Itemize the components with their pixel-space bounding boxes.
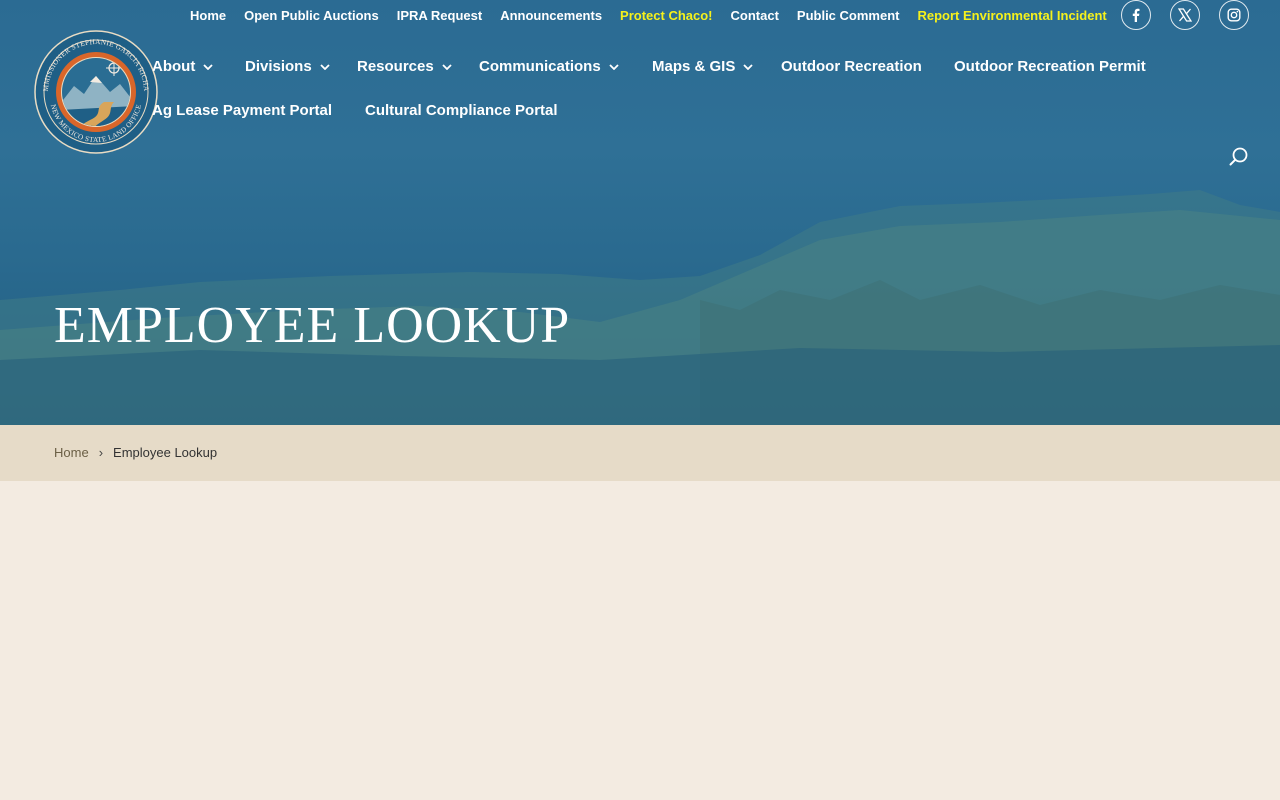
nav-maps-gis[interactable]: Maps & GIS: [652, 58, 753, 75]
search-icon: [1229, 147, 1248, 166]
instagram-icon: [1227, 8, 1241, 22]
hero-banner: Home Open Public Auctions IPRA Request A…: [0, 0, 1280, 425]
nav-resources[interactable]: Resources: [357, 58, 452, 75]
top-nav-protect-chaco[interactable]: Protect Chaco!: [620, 8, 712, 23]
x-link[interactable]: [1170, 0, 1200, 30]
breadcrumb-separator: ›: [98, 445, 104, 460]
nav-ag-lease-payment-portal[interactable]: Ag Lease Payment Portal: [152, 102, 332, 119]
nav-outdoor-recreation-permit[interactable]: Outdoor Recreation Permit: [954, 58, 1146, 75]
top-nav-announcements[interactable]: Announcements: [500, 8, 602, 23]
chevron-down-icon: [203, 63, 213, 70]
top-nav-public-comment[interactable]: Public Comment: [797, 8, 900, 23]
nav-outdoor-recreation-permit-label: Outdoor Recreation Permit: [954, 58, 1146, 75]
instagram-link[interactable]: [1219, 0, 1249, 30]
nav-communications-label: Communications: [479, 58, 601, 75]
top-nav-contact[interactable]: Contact: [731, 8, 779, 23]
chevron-down-icon: [609, 63, 619, 70]
x-icon: [1178, 8, 1192, 22]
breadcrumb-current: Employee Lookup: [113, 445, 218, 460]
top-nav-open-public-auctions[interactable]: Open Public Auctions: [244, 8, 379, 23]
breadcrumb-home-link[interactable]: Home: [54, 445, 89, 460]
chevron-down-icon: [320, 63, 330, 70]
top-nav-home[interactable]: Home: [190, 8, 226, 23]
top-nav-ipra-request[interactable]: IPRA Request: [397, 8, 482, 23]
nav-divisions[interactable]: Divisions: [245, 58, 330, 75]
state-land-office-logo[interactable]: COMMISSIONER STEPHANIE GARCIA RICHARD NE…: [31, 24, 158, 154]
nav-about[interactable]: About: [152, 58, 213, 75]
nav-divisions-label: Divisions: [245, 58, 312, 75]
breadcrumb: Home › Employee Lookup: [54, 445, 217, 460]
nav-cultural-compliance-portal[interactable]: Cultural Compliance Portal: [365, 102, 558, 119]
main-content: [0, 481, 1280, 800]
nav-cultural-compliance-portal-label: Cultural Compliance Portal: [365, 102, 558, 119]
nav-outdoor-recreation-label: Outdoor Recreation: [781, 58, 922, 75]
page-title: EMPLOYEE LOOKUP: [54, 297, 571, 354]
state-land-office-seal: COMMISSIONER STEPHANIE GARCIA RICHARD NE…: [31, 24, 158, 154]
chevron-down-icon: [442, 63, 452, 70]
chevron-down-icon: [743, 63, 753, 70]
top-nav-report-environmental-incident[interactable]: Report Environmental Incident: [917, 8, 1106, 23]
nav-resources-label: Resources: [357, 58, 434, 75]
nav-maps-gis-label: Maps & GIS: [652, 58, 736, 75]
breadcrumb-bar: Home › Employee Lookup: [0, 425, 1280, 481]
search-button[interactable]: [1228, 146, 1250, 168]
nav-about-label: About: [152, 58, 196, 75]
nav-ag-lease-payment-portal-label: Ag Lease Payment Portal: [152, 102, 333, 119]
facebook-link[interactable]: [1121, 0, 1151, 30]
nav-outdoor-recreation[interactable]: Outdoor Recreation: [781, 58, 922, 75]
facebook-icon: [1132, 8, 1140, 22]
nav-communications[interactable]: Communications: [479, 58, 619, 75]
utility-nav: Home Open Public Auctions IPRA Request A…: [190, 6, 1107, 24]
